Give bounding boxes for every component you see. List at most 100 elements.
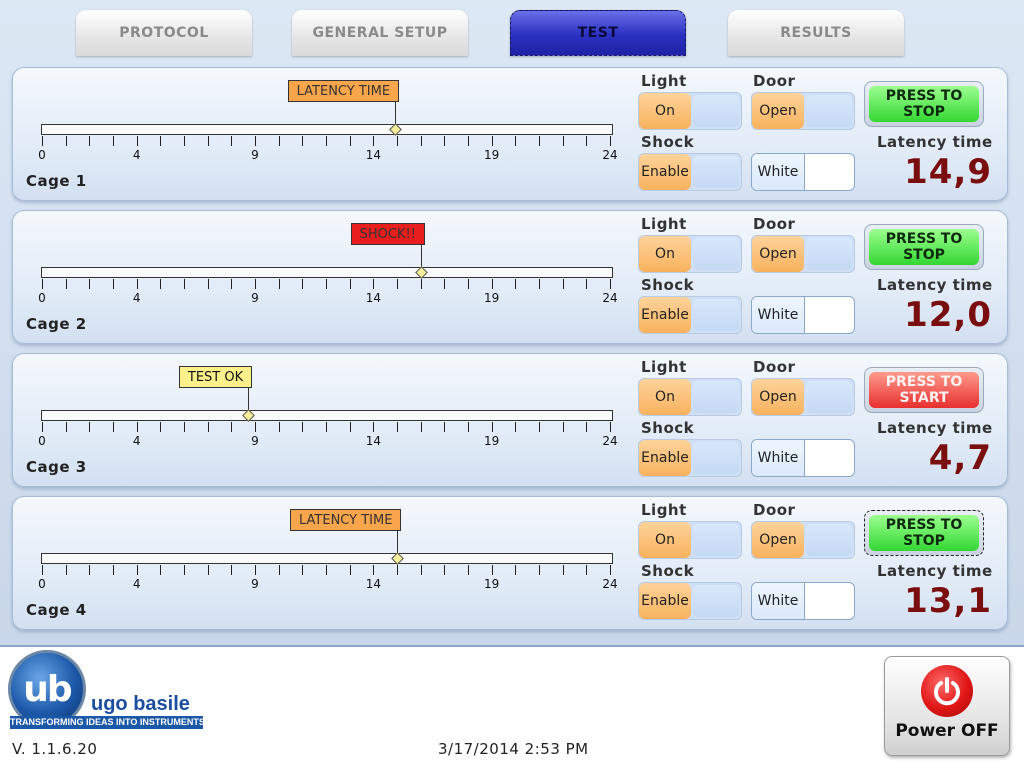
timeline-tick (89, 422, 91, 432)
toggle-knob (806, 524, 852, 556)
latency-caption: Latency time (877, 276, 993, 294)
timeline-tick (326, 136, 327, 146)
light-toggle[interactable]: On (638, 521, 742, 559)
timeline-tick (160, 422, 162, 432)
timeline-tick-label: 24 (602, 577, 618, 591)
timeline-tick (539, 422, 540, 432)
timeline-tick (184, 136, 185, 146)
timeline-track (41, 267, 613, 278)
timeline-tick (184, 279, 185, 289)
button-line2: STOP (903, 247, 945, 263)
power-off-button[interactable]: Power OFF (884, 656, 1010, 756)
timeline-tick (42, 565, 43, 575)
toggle-knob (806, 442, 852, 474)
timeline-tick (562, 422, 564, 432)
shock-toggle[interactable]: Enable (638, 296, 742, 334)
tab-protocol[interactable]: PROTOCOL (76, 10, 252, 56)
shock-toggle[interactable]: Enable (638, 582, 742, 620)
latency-value: 4,7 (928, 438, 992, 478)
tab-general-setup[interactable]: GENERAL SETUP (292, 10, 468, 56)
button-line1: PRESS TO (885, 88, 963, 104)
shock-caption: Shock (641, 276, 695, 294)
timeline-tick (373, 279, 375, 289)
toggle-knob (693, 299, 739, 331)
light-caption: Light (641, 358, 687, 376)
cage-panel: 0 4 9 14 19 24 LATENCY TIME Cage 4 Light Door On Op… (12, 496, 1008, 630)
timeline-tick (231, 279, 233, 289)
timeline-tick-label: 0 (38, 291, 46, 305)
test-screen: PROTOCOL GENERAL SETUP TEST RESULTS 0 4 9 1… (0, 0, 1024, 768)
door-toggle[interactable]: Open (751, 521, 855, 559)
timeline-tick (65, 279, 67, 289)
stop-button[interactable]: PRESS TO STOP (864, 224, 984, 270)
light-caption: Light (641, 501, 687, 519)
timeline-tick-label: 14 (365, 577, 381, 591)
timeline-tick (302, 565, 304, 575)
shock-toggle-label: Enable (639, 583, 691, 619)
tab-results[interactable]: RESULTS (728, 10, 904, 56)
light-toggle[interactable]: On (638, 235, 742, 273)
timeline-tick (89, 279, 91, 289)
timeline-tick (231, 136, 233, 146)
shock-toggle[interactable]: Enable (638, 439, 742, 477)
timeline-tick (65, 136, 67, 146)
timeline-tick (113, 565, 114, 575)
door-toggle[interactable]: Open (751, 378, 855, 416)
timeline-tick (586, 565, 588, 575)
light-toggle[interactable]: On (638, 378, 742, 416)
brand-tagline: TRANSFORMING IDEAS INTO INSTRUMENTS (10, 716, 203, 729)
timeline-tick-label: 9 (251, 291, 259, 305)
button-face: PRESS TO START (869, 372, 979, 408)
timeline-tick (207, 422, 209, 432)
stop-button[interactable]: PRESS TO STOP (864, 81, 984, 127)
timeline-tick-label: 24 (602, 148, 618, 162)
toggle-knob (806, 381, 852, 413)
start-button[interactable]: PRESS TO START (864, 367, 984, 413)
cage-name: Cage 1 (26, 172, 87, 190)
white-toggle[interactable]: White (751, 153, 855, 191)
timeline-tick (397, 279, 398, 289)
toggle-knob (693, 585, 739, 617)
timeline-tick (326, 279, 327, 289)
light-toggle[interactable]: On (638, 92, 742, 130)
timeline-tick (373, 565, 375, 575)
timeline-tick (397, 422, 398, 432)
button-line1: PRESS TO (885, 517, 963, 533)
timeline-tick (255, 136, 256, 146)
timeline-tick (326, 565, 327, 575)
timeline-tick (468, 422, 469, 432)
timeline-tick-label: 4 (132, 291, 141, 305)
timeline-tick (231, 565, 233, 575)
button-face: PRESS TO STOP (869, 515, 979, 551)
door-toggle[interactable]: Open (751, 92, 855, 130)
door-toggle[interactable]: Open (751, 235, 855, 273)
timeline-tick (278, 136, 280, 146)
white-toggle[interactable]: White (751, 296, 855, 334)
timeline-tick-label: 19 (484, 148, 500, 162)
logo-mark-text: ub (23, 668, 72, 710)
timeline-tick-label: 9 (251, 577, 259, 591)
latency-value: 12,0 (904, 295, 992, 335)
timeline-ticks (42, 565, 611, 577)
timeline-tick (113, 279, 114, 289)
cage-panel: 0 4 9 14 19 24 LATENCY TIME Cage 1 Light Door On Op… (12, 67, 1008, 201)
datetime-label: 3/17/2014 2:53 PM (438, 740, 589, 758)
timeline-tick (610, 422, 611, 432)
timeline-tick (420, 422, 422, 432)
stop-button[interactable]: PRESS TO STOP (864, 510, 984, 556)
timeline-tick (231, 422, 233, 432)
timeline-tick (444, 422, 446, 432)
timeline-tick (397, 565, 398, 575)
timeline-tick (539, 565, 540, 575)
timeline-tick (136, 422, 138, 432)
cage-panel: 0 4 9 14 19 24 SHOCK!! Cage 2 Light Door On Open Sho… (12, 210, 1008, 344)
timeline-tick (444, 279, 446, 289)
timeline-tick (539, 279, 540, 289)
toggle-knob (806, 156, 852, 188)
tab-test[interactable]: TEST (510, 10, 686, 56)
shock-toggle[interactable]: Enable (638, 153, 742, 191)
white-toggle[interactable]: White (751, 582, 855, 620)
white-toggle[interactable]: White (751, 439, 855, 477)
timeline-tick (468, 565, 469, 575)
timeline-tick-label: 14 (365, 434, 381, 448)
